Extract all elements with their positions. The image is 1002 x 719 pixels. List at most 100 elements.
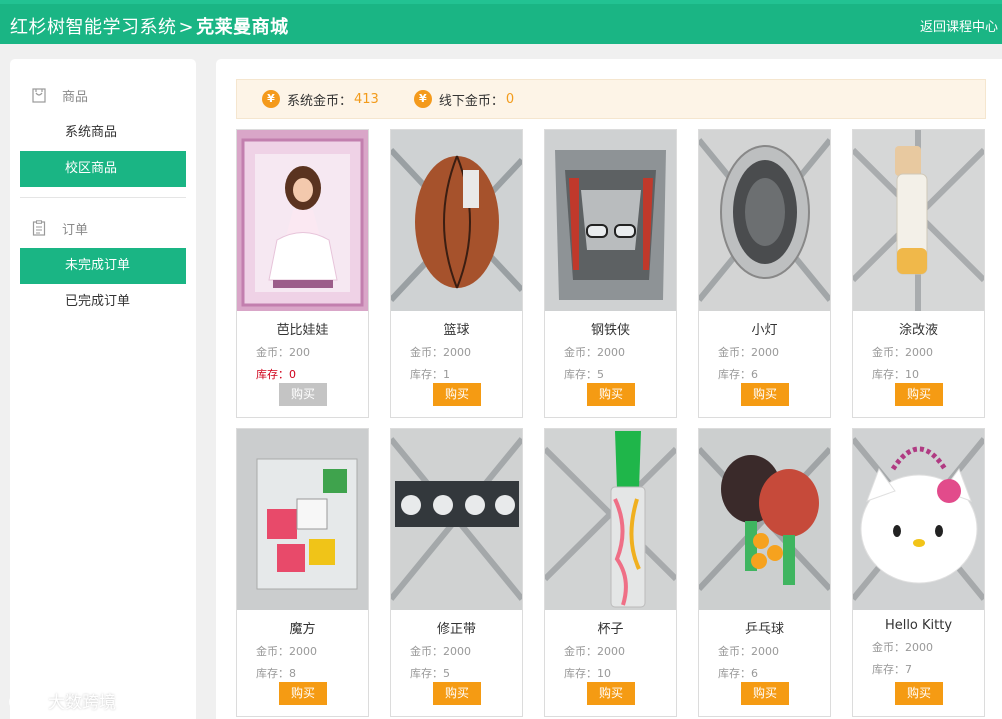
coin-label: 金币： [564, 645, 597, 658]
product-image-ping-pong [699, 429, 830, 610]
watermark: 大数跨境 [8, 688, 116, 713]
offline-coins-value: 0 [505, 91, 515, 107]
product-card[interactable]: 芭比娃娃 金币：200 库存：0 购买 [236, 129, 369, 418]
product-name: Hello Kitty [884, 618, 953, 633]
product-stock: 库存：10 [853, 366, 984, 382]
coin-label: 金币： [718, 346, 751, 359]
coin-value: 2000 [597, 645, 625, 658]
buy-button[interactable]: 购买 [279, 682, 327, 705]
sidebar-item-pending-orders[interactable]: 未完成订单 [20, 248, 186, 284]
buy-button[interactable]: 购买 [587, 682, 635, 705]
system-coins-label: 系统金币： [287, 93, 353, 109]
coin-label: 金币： [564, 346, 597, 359]
stock-label: 库存： [256, 368, 289, 381]
sidebar-item-completed-orders[interactable]: 已完成订单 [20, 284, 186, 320]
buy-button[interactable]: 购买 [741, 682, 789, 705]
product-price: 金币：2000 [237, 643, 368, 659]
watermark-text: 大数跨境 [48, 693, 116, 713]
coin-label: 金币： [718, 645, 751, 658]
sidebar: 商品 系统商品 校区商品 订单 未完成订单 已完成订单 [10, 59, 196, 719]
orders-heading-label: 订单 [62, 222, 89, 238]
stock-label: 库存： [410, 368, 443, 381]
product-price: 金币：200 [237, 344, 368, 360]
product-card[interactable]: 篮球 金币：2000 库存：1 购买 [390, 129, 523, 418]
coin-label: 金币： [872, 346, 905, 359]
buy-button-disabled[interactable]: 购买 [279, 383, 327, 406]
coin-value: 2000 [443, 645, 471, 658]
product-card[interactable]: Hello Kitty 金币：2000 库存：7 购买 [852, 428, 985, 717]
coin-icon: ¥ [262, 90, 280, 108]
buy-button[interactable]: 购买 [433, 682, 481, 705]
stock-label: 库存： [564, 667, 597, 680]
product-image-correction-tape [391, 429, 522, 610]
product-stock: 库存：5 [391, 665, 522, 681]
product-card[interactable]: 修正带 金币：2000 库存：5 购买 [390, 428, 523, 717]
product-stock: 库存：0 [237, 366, 368, 382]
back-to-courses-link[interactable]: 返回课程中心 [920, 16, 998, 35]
product-price: 金币：2000 [699, 643, 830, 659]
product-image-doll [237, 130, 368, 311]
goods-bag-icon [32, 88, 46, 103]
buy-button[interactable]: 购买 [895, 383, 943, 406]
sidebar-item-campus-goods[interactable]: 校区商品 [20, 151, 186, 187]
buy-button[interactable]: 购买 [587, 383, 635, 406]
product-image-hello-kitty [853, 429, 984, 610]
product-stock: 库存：7 [853, 661, 984, 677]
product-image-lamp [699, 130, 830, 311]
product-image-correction-fluid [853, 130, 984, 311]
product-price: 金币：2000 [853, 639, 984, 655]
coin-label: 金币： [410, 645, 443, 658]
coin-label: 金币： [256, 645, 289, 658]
product-price: 金币：2000 [391, 344, 522, 360]
product-card[interactable]: 魔方 金币：2000 库存：8 购买 [236, 428, 369, 717]
product-name: 魔方 [289, 622, 316, 637]
product-stock: 库存：5 [545, 366, 676, 382]
stock-value: 6 [751, 368, 758, 381]
stock-label: 库存： [410, 667, 443, 680]
top-bar: 红杉树智能学习系统 > 克莱曼商城 返回课程中心 [0, 0, 1002, 44]
sidebar-divider [20, 197, 186, 198]
stock-label: 库存： [872, 368, 905, 381]
system-title: 红杉树智能学习系统 [10, 17, 177, 38]
product-stock: 库存：10 [545, 665, 676, 681]
stock-value: 1 [443, 368, 450, 381]
coin-label: 金币： [256, 346, 289, 359]
product-card[interactable]: 杯子 金币：2000 库存：10 购买 [544, 428, 677, 717]
system-coins: ¥ 系统金币： 413 [262, 90, 379, 109]
product-name: 杯子 [597, 622, 624, 637]
product-name: 乒乓球 [744, 622, 784, 637]
coin-value: 2000 [751, 645, 779, 658]
coin-value: 2000 [289, 645, 317, 658]
product-name: 篮球 [443, 323, 470, 338]
coin-label: 金币： [872, 641, 905, 654]
buy-button[interactable]: 购买 [895, 682, 943, 705]
stock-value: 10 [597, 667, 611, 680]
product-stock: 库存：8 [237, 665, 368, 681]
product-name: 钢铁侠 [590, 323, 630, 338]
product-name: 小灯 [751, 323, 778, 338]
offline-coins-label: 线下金币： [438, 93, 504, 109]
sidebar-item-system-goods[interactable]: 系统商品 [20, 115, 186, 151]
stock-value: 10 [905, 368, 919, 381]
offline-coins: ¥ 线下金币： 0 [413, 90, 515, 109]
product-price: 金币：2000 [699, 344, 830, 360]
stock-value: 5 [597, 368, 604, 381]
app-title: 红杉树智能学习系统 > 克莱曼商城 [10, 13, 289, 39]
product-card[interactable]: 小灯 金币：2000 库存：6 购买 [698, 129, 831, 418]
stock-value: 0 [289, 368, 296, 381]
coin-icon: ¥ [413, 90, 432, 108]
product-card[interactable]: 钢铁侠 金币：2000 库存：5 购买 [544, 129, 677, 418]
product-stock: 库存：1 [391, 366, 522, 382]
buy-button[interactable]: 购买 [741, 383, 789, 406]
product-image-rubiks-cube [237, 429, 368, 610]
coin-balance-bar: ¥ 系统金币： 413 ¥ 线下金币： 0 [236, 79, 986, 119]
product-card[interactable]: 涂改液 金币：2000 库存：10 购买 [852, 129, 985, 418]
product-card[interactable]: 乒乓球 金币：2000 库存：6 购买 [698, 428, 831, 717]
product-stock: 库存：6 [699, 665, 830, 681]
buy-button[interactable]: 购买 [433, 383, 481, 406]
coin-value: 2000 [597, 346, 625, 359]
stock-value: 6 [751, 667, 758, 680]
goods-section-heading: 商品 [32, 85, 88, 105]
system-coins-value: 413 [354, 91, 379, 107]
coin-value: 200 [289, 346, 310, 359]
